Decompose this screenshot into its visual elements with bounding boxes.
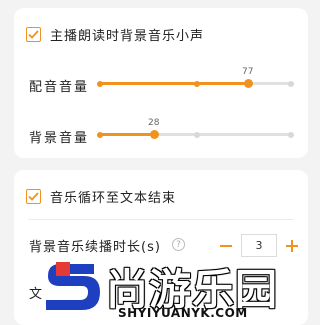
dubbing-volume-thumb[interactable] (244, 79, 253, 88)
duck-music-label: 主播朗读时背景音乐小声 (50, 29, 205, 44)
slider-step-dot (194, 131, 200, 138)
loop-music-toggle[interactable]: 音乐循环至文本结束 (26, 187, 176, 206)
checkbox-checked-icon[interactable] (26, 189, 41, 204)
bg-volume-value: 28 (148, 118, 160, 128)
checkbox-checked-icon[interactable] (26, 27, 41, 42)
bg-volume-label: 背景音量 (29, 131, 90, 146)
bg-volume-fill (100, 133, 154, 136)
dubbing-volume-value: 77 (242, 67, 254, 77)
slider-step-dot (97, 131, 103, 138)
divider (28, 219, 294, 220)
help-icon[interactable]: ? (172, 238, 185, 251)
duck-music-toggle[interactable]: 主播朗读时背景音乐小声 (26, 25, 204, 44)
logo-s-icon (46, 262, 100, 310)
voice-settings-card: 主播朗读时背景音乐小声 配音音量 77 背景音量 28 (14, 8, 308, 158)
watermark-logo: 尚游乐园 SHYIYUANYK.COM (38, 252, 320, 325)
bg-volume-thumb[interactable] (150, 130, 159, 139)
slider-step-dot (194, 80, 200, 87)
slider-step-dot (288, 80, 294, 87)
watermark-subtext: SHYIYUANYK.COM (118, 306, 248, 320)
dubbing-volume-fill (100, 82, 249, 85)
loop-music-label: 音乐循环至文本结束 (50, 191, 177, 206)
slider-step-dot (97, 80, 103, 87)
dubbing-volume-slider[interactable]: 77 (97, 67, 294, 88)
slider-step-dot (288, 131, 294, 138)
dubbing-volume-label: 配音音量 (29, 80, 90, 95)
bg-volume-slider[interactable]: 28 (97, 118, 294, 139)
